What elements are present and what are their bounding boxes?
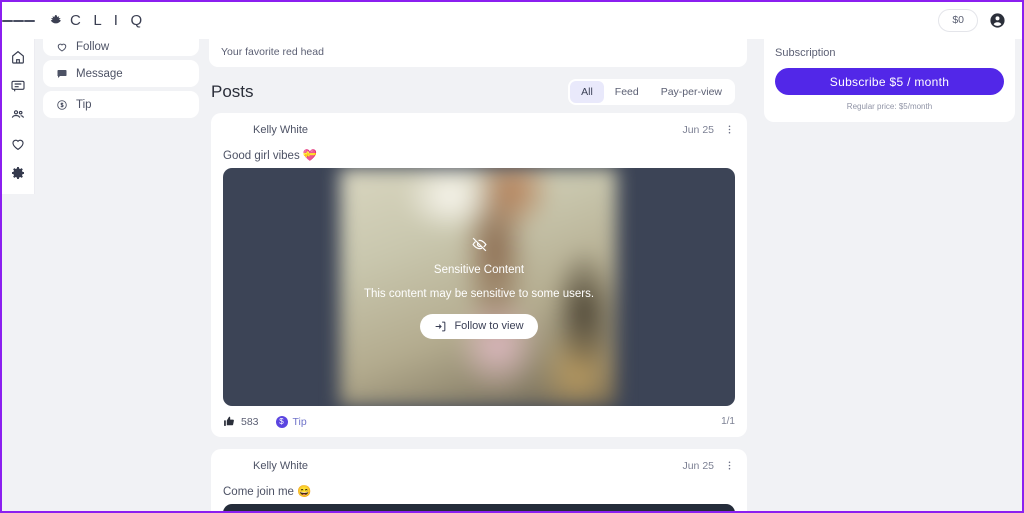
follow-button[interactable]: Follow	[43, 39, 199, 56]
dollar-circle-icon	[57, 99, 67, 110]
sensitive-content-overlay: Sensitive Content This content may be se…	[223, 168, 735, 406]
post-text: Good girl vibes 💝	[223, 150, 318, 162]
page-title: Posts	[211, 82, 254, 101]
login-icon	[436, 321, 446, 331]
chat-icon[interactable]	[10, 78, 26, 94]
logo-text: C L I Q	[70, 12, 147, 29]
like-count: 583	[241, 415, 259, 428]
chat-icon	[57, 69, 67, 78]
dollar-circle-icon: $	[275, 415, 288, 428]
app-logo[interactable]: C L I Q	[47, 12, 146, 29]
home-icon[interactable]	[10, 49, 26, 65]
post-footer: 583 $ Tip 1/1	[223, 406, 735, 431]
post-author-name: Kelly White	[253, 123, 309, 136]
follow-to-view-label: Follow to view	[454, 320, 524, 332]
post-tip-button[interactable]: $ Tip	[275, 415, 307, 428]
subscribe-button[interactable]: Subscribe $5 / month	[775, 68, 1004, 95]
message-label: Message	[76, 67, 123, 80]
post-meta: Jun 25	[682, 459, 735, 472]
post-media[interactable]: Sensitive Content This content may be se…	[223, 168, 735, 406]
message-button[interactable]: Message	[43, 60, 199, 87]
users-icon[interactable]	[10, 107, 26, 123]
gear-icon[interactable]	[10, 165, 26, 181]
kebab-menu-icon[interactable]	[724, 123, 735, 136]
post-author-wrap[interactable]: Kelly White	[223, 460, 308, 472]
top-bar: C L I Q $0	[2, 2, 1022, 39]
post-tip-label: Tip	[292, 415, 307, 428]
balance-button[interactable]: $0	[938, 9, 978, 32]
post-card: Kelly White Jun 25 Good girl vibes 💝 Sen…	[211, 113, 747, 437]
icon-rail	[2, 39, 35, 194]
post-date: Jun 25	[682, 459, 714, 472]
like-button[interactable]: 583	[223, 415, 259, 428]
post-header: Kelly White Jun 25	[223, 459, 735, 476]
tab-feed[interactable]: Feed	[604, 81, 650, 103]
tab-all[interactable]: All	[570, 81, 604, 103]
tip-label: Tip	[76, 98, 92, 111]
follow-label: Follow	[76, 41, 110, 53]
post-video[interactable]	[223, 504, 735, 511]
hamburger-icon[interactable]	[2, 2, 35, 39]
right-column: Subscription Subscribe $5 / month Regula…	[757, 39, 1022, 511]
feed-column: Your favorite red head Posts All Feed Pa…	[207, 39, 749, 511]
post-date: Jun 25	[682, 123, 714, 136]
sensitive-subtitle: This content may be sensitive to some us…	[363, 287, 595, 300]
account-circle-icon[interactable]	[989, 12, 1006, 29]
post-author-wrap[interactable]: Kelly White	[223, 124, 308, 136]
post-author-name: Kelly White	[253, 459, 309, 472]
app-root: C L I Q $0 Follow Message Tip Your favor…	[2, 2, 1022, 511]
post-card: Kelly White Jun 25 Come join me 😄	[211, 449, 747, 511]
kebab-menu-icon[interactable]	[724, 459, 735, 472]
thumbs-up-icon	[224, 416, 234, 426]
heart-icon[interactable]	[10, 136, 26, 152]
post-meta: Jun 25	[682, 123, 735, 136]
subscription-note: Regular price: $5/month	[846, 102, 933, 111]
post-text: Come join me 😄	[223, 486, 312, 498]
subscription-title: Subscription	[775, 47, 836, 59]
eye-off-icon	[471, 237, 487, 251]
lotus-icon	[50, 14, 61, 24]
media-counter: 1/1	[721, 416, 735, 427]
follow-to-view-button[interactable]: Follow to view	[420, 313, 538, 339]
heart-icon	[57, 43, 67, 52]
posts-header: Posts All Feed Pay-per-view	[207, 67, 749, 113]
profile-bio: Your favorite red head	[209, 39, 747, 67]
subscription-card: Subscription Subscribe $5 / month Regula…	[764, 39, 1015, 122]
post-header: Kelly White Jun 25	[223, 123, 735, 140]
tip-button[interactable]: Tip	[43, 91, 199, 118]
post-filter-tabs: All Feed Pay-per-view	[568, 79, 735, 105]
profile-actions-column: Follow Message Tip	[35, 39, 207, 511]
sensitive-title: Sensitive Content	[433, 263, 525, 276]
topbar-actions: $0	[938, 9, 1022, 32]
tab-pay-per-view[interactable]: Pay-per-view	[650, 81, 733, 103]
